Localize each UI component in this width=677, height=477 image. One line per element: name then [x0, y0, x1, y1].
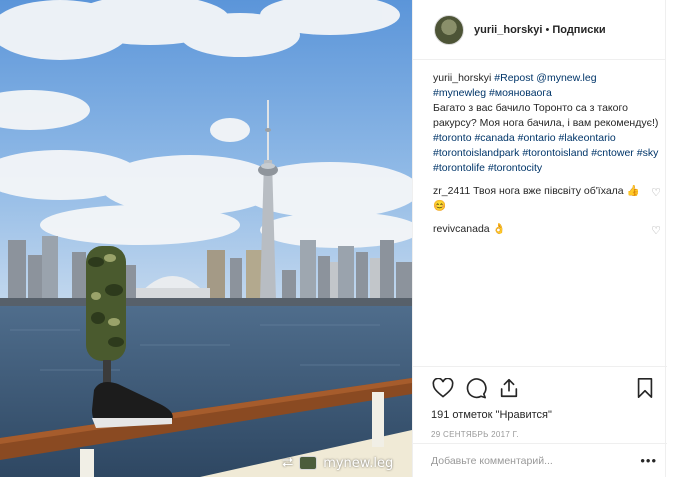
comment-text: 👌 — [492, 223, 506, 235]
comment-username[interactable]: zr_2411 — [433, 185, 470, 197]
post-actions: 191 отметок "Нравится" 29 СЕНТЯБРЬ 2017 … — [413, 366, 667, 439]
hashtag[interactable]: #canada — [474, 132, 514, 144]
repost-handle: mynew.leg — [323, 455, 394, 471]
hashtag[interactable]: #cntower — [591, 147, 634, 159]
like-comment-heart-icon[interactable]: ♡ — [651, 224, 661, 239]
post-header: yurii_horskyi • Подписки — [413, 0, 665, 60]
action-icons — [431, 375, 657, 401]
post-photo[interactable]: ⮂ mynew.leg — [0, 0, 412, 477]
header-separator: • — [545, 23, 550, 36]
hashtag[interactable]: #sky — [637, 147, 659, 159]
caption-text: Багато з вас бачило Торонто са з такого … — [433, 102, 659, 129]
hashtag[interactable]: #ontario — [518, 132, 556, 144]
hashtag[interactable]: #torontoisland — [522, 147, 588, 159]
following-button[interactable]: Подписки — [552, 24, 605, 36]
toronto-skyline-image — [0, 0, 412, 477]
hashtag[interactable]: #lakeontario — [559, 132, 616, 144]
repost-watermark: ⮂ mynew.leg — [282, 452, 393, 474]
author-avatar[interactable] — [434, 14, 464, 45]
post-panel: yurii_horskyi • Подписки yurii_horskyi #… — [412, 0, 667, 477]
author-username[interactable]: yurii_horskyi — [474, 24, 542, 36]
hashtag[interactable]: #torontoislandpark — [433, 147, 519, 159]
comment-bubble-icon[interactable] — [464, 376, 488, 400]
caption-username[interactable]: yurii_horskyi — [433, 72, 491, 84]
repost-avatar — [299, 456, 318, 470]
add-comment-bar: ••• — [413, 443, 667, 477]
like-comment-heart-icon[interactable]: ♡ — [651, 186, 661, 201]
comments-list: yurii_horskyi #Repost @mynew.leg #mynewl… — [433, 71, 661, 237]
comment-item: revivcanada 👌 ♡ — [433, 222, 661, 237]
bookmark-icon[interactable] — [633, 376, 657, 400]
comment-username[interactable]: revivcanada — [433, 223, 490, 235]
comment-input[interactable] — [431, 454, 631, 467]
more-options-icon[interactable]: ••• — [640, 453, 657, 468]
hashtag[interactable]: #torontolife — [433, 162, 485, 174]
hashtag[interactable]: #toronto — [433, 132, 472, 144]
post-date: 29 СЕНТЯБРЬ 2017 Г. — [431, 430, 519, 439]
share-icon[interactable] — [497, 376, 521, 400]
caption-repost-link[interactable]: #Repost @mynew.leg — [494, 72, 596, 84]
like-heart-icon[interactable] — [431, 376, 455, 400]
caption-hashtags-line2[interactable]: #mynewleg #мояноваога — [433, 87, 552, 99]
likes-count[interactable]: 191 отметок "Нравится" — [431, 409, 657, 421]
comment-item: zr_2411 Твоя нога вже півсвіту об'їхала … — [433, 184, 661, 214]
post-caption: yurii_horskyi #Repost @mynew.leg #mynewl… — [433, 71, 661, 176]
repost-icon: ⮂ — [282, 455, 294, 471]
hashtag[interactable]: #torontocity — [488, 162, 542, 174]
